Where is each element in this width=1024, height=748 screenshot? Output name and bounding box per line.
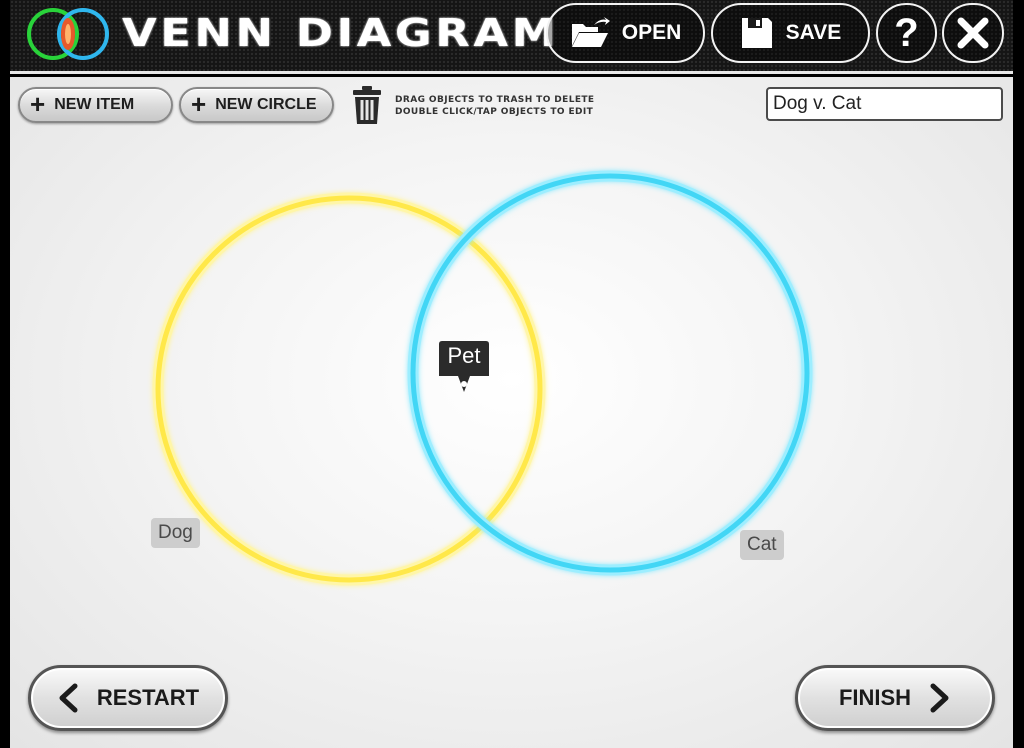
help-button[interactable]: ? <box>876 3 937 63</box>
restart-label: RESTART <box>96 685 200 710</box>
hint-delete: DRAG OBJECTS TO TRASH TO DELETE <box>395 95 595 105</box>
diagram-title-input[interactable] <box>766 87 1003 121</box>
open-label: OPEN <box>621 21 682 44</box>
chevron-right-icon <box>930 683 949 713</box>
trash-icon[interactable] <box>352 85 382 125</box>
save-label: SAVE <box>785 21 842 44</box>
finish-label: FINISH <box>838 685 912 710</box>
circle-label-dog[interactable]: Dog <box>151 518 200 548</box>
new-circle-button[interactable]: + NEW CIRCLE <box>179 87 334 123</box>
close-button[interactable] <box>942 3 1004 63</box>
save-button[interactable]: SAVE <box>711 3 870 63</box>
open-button[interactable]: OPEN <box>546 3 705 63</box>
floppy-disk-icon <box>741 18 772 48</box>
item-tag-pet[interactable]: Pet <box>437 340 491 394</box>
diagram-workspace[interactable]: + NEW ITEM + NEW CIRCLE DRAG OBJECTS TO … <box>10 77 1013 748</box>
hint-edit: DOUBLE CLICK/TAP OBJECTS TO EDIT <box>395 107 594 117</box>
plus-icon: + <box>191 88 207 119</box>
circle-label-cat[interactable]: Cat <box>740 530 784 560</box>
close-icon <box>957 17 989 49</box>
instructions-text: DRAG OBJECTS TO TRASH TO DELETE DOUBLE C… <box>395 94 594 118</box>
chevron-left-icon <box>59 683 78 713</box>
header-bar: VENN DIAGRAM OPEN SAVE ? <box>10 0 1013 74</box>
item-label: Pet <box>447 343 481 368</box>
plus-icon: + <box>30 88 46 119</box>
question-mark-icon: ? <box>894 10 919 55</box>
new-item-button[interactable]: + NEW ITEM <box>18 87 173 123</box>
restart-button[interactable]: RESTART <box>28 665 228 731</box>
finish-button[interactable]: FINISH <box>795 665 995 731</box>
folder-open-icon <box>571 17 610 47</box>
new-item-label: NEW ITEM <box>54 96 135 113</box>
new-circle-label: NEW CIRCLE <box>215 96 317 113</box>
app-title: VENN DIAGRAM <box>122 11 560 55</box>
venn-logo-icon <box>27 8 109 60</box>
venn-circles <box>152 170 813 586</box>
